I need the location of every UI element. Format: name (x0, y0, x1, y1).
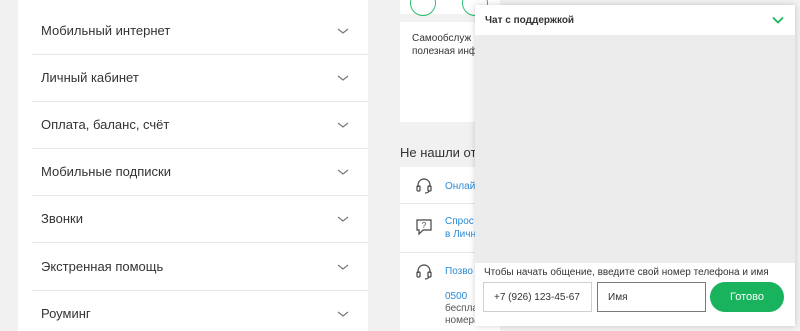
collapse-chevron-icon[interactable] (771, 15, 785, 25)
chevron-down-icon (337, 311, 349, 317)
ask-link-line1[interactable]: Спрос (445, 215, 474, 228)
faq-item-label: Оплата, баланс, счёт (41, 117, 170, 132)
faq-item-roaming[interactable]: Роуминг (18, 290, 368, 331)
chat-title: Чат с поддержкой (485, 14, 575, 26)
chevron-down-icon (337, 122, 349, 128)
chevron-down-icon (337, 28, 349, 34)
faq-item-label: Звонки (41, 211, 83, 226)
support-chat-widget: Чат с поддержкой Чтобы начать общение, в… (475, 5, 795, 326)
faq-item-calls[interactable]: Звонки (18, 195, 368, 242)
faq-item-payment-balance[interactable]: Оплата, баланс, счёт (18, 101, 368, 148)
call-link[interactable]: Позво (445, 265, 473, 278)
faq-item-label: Роуминг (41, 306, 91, 321)
faq-item-personal-account[interactable]: Личный кабинет (18, 54, 368, 101)
chevron-down-icon (337, 216, 349, 222)
faq-item-label: Мобильные подписки (41, 164, 171, 179)
call-desc-line1: беспла (445, 303, 478, 314)
faq-item-label: Личный кабинет (41, 70, 139, 85)
chat-hint-text: Чтобы начать общение, введите свой номер… (484, 267, 769, 278)
green-ring-icon (410, 0, 436, 16)
chevron-down-icon (337, 169, 349, 175)
ask-link-line2[interactable]: в Личн (445, 228, 476, 241)
faq-item-mobile-internet[interactable]: Мобильный интернет (18, 7, 368, 54)
chat-messages-area (475, 35, 795, 263)
faq-accordion: Мобильный интернет Личный кабинет Оплата… (18, 0, 368, 331)
faq-item-mobile-subscriptions[interactable]: Мобильные подписки (18, 148, 368, 195)
faq-item-label: Мобильный интернет (41, 23, 171, 38)
chevron-down-icon (337, 75, 349, 81)
online-link[interactable]: Онлай (445, 180, 475, 193)
faq-item-label: Экстренная помощь (41, 259, 164, 274)
call-phone-number[interactable]: 0500 (445, 291, 467, 302)
submit-button[interactable]: Готово (710, 282, 784, 312)
chat-header[interactable]: Чат с поддержкой (475, 5, 795, 35)
svg-text:?: ? (422, 221, 427, 230)
headset-icon (416, 178, 432, 194)
question-bubble-icon: ? (416, 219, 432, 236)
chevron-down-icon (337, 264, 349, 270)
not-found-heading: Не нашли отв (400, 145, 484, 160)
phone-input[interactable] (483, 282, 592, 312)
faq-item-emergency-help[interactable]: Экстренная помощь (18, 243, 368, 290)
page: Мобильный интернет Личный кабинет Оплата… (0, 0, 800, 331)
headset-icon (416, 264, 432, 280)
name-input[interactable] (597, 282, 706, 312)
